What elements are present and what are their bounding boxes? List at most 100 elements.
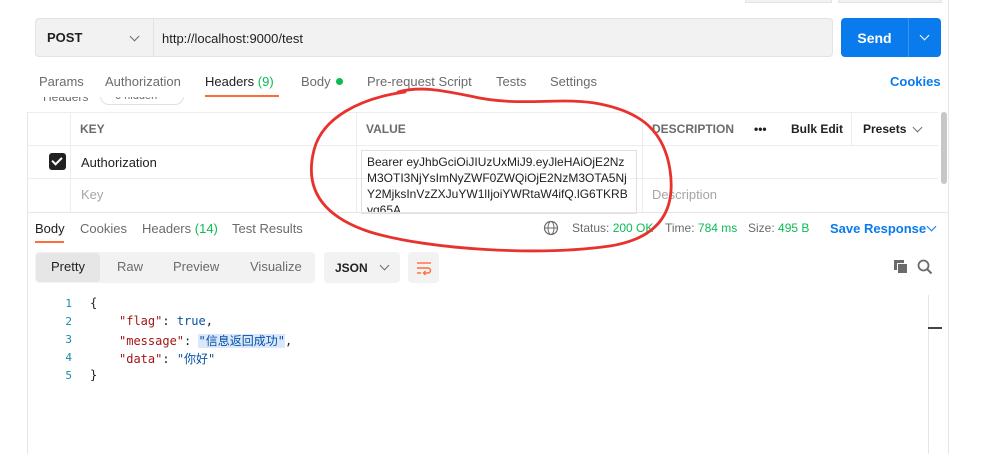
line-number: 3 bbox=[65, 333, 72, 346]
json-key: "flag" bbox=[119, 314, 163, 328]
scrollbar[interactable] bbox=[941, 112, 947, 184]
top-button[interactable] bbox=[745, 0, 832, 3]
json-key: "data" bbox=[119, 352, 163, 366]
scroll-marker bbox=[928, 327, 942, 329]
line-number: 1 bbox=[65, 297, 72, 310]
presets-button[interactable]: Presets bbox=[863, 122, 906, 136]
time-value: 784 ms bbox=[697, 221, 738, 235]
response-tab-headers[interactable]: Headers (14) bbox=[142, 221, 218, 236]
view-preview[interactable]: Preview bbox=[173, 259, 219, 274]
editor-scroll-track[interactable] bbox=[928, 295, 929, 454]
column-header-value: VALUE bbox=[366, 122, 406, 136]
panel-border bbox=[948, 0, 949, 454]
header-key-cell[interactable]: Authorization bbox=[81, 155, 157, 170]
method-select[interactable]: POST bbox=[35, 18, 153, 57]
pane-divider[interactable] bbox=[27, 212, 948, 213]
new-description-input[interactable]: Description bbox=[652, 187, 717, 202]
chevron-down-icon bbox=[379, 260, 390, 271]
code-line: "flag": true, bbox=[119, 314, 213, 328]
chevron-down-icon bbox=[926, 221, 937, 232]
json-punctuation: : bbox=[162, 352, 177, 366]
copy-icon[interactable] bbox=[893, 259, 909, 275]
table-divider bbox=[27, 145, 938, 146]
response-tab-test-results[interactable]: Test Results bbox=[232, 221, 303, 236]
json-value: "信息返回成功" bbox=[198, 334, 285, 348]
table-column-divider bbox=[851, 112, 852, 145]
code-line: } bbox=[90, 368, 97, 382]
code-line: "message": "信息返回成功", bbox=[119, 332, 292, 349]
save-response-button[interactable]: Save Response bbox=[830, 221, 926, 236]
response-tab-headers-count: (14) bbox=[194, 221, 218, 236]
response-tab-body[interactable]: Body bbox=[35, 221, 65, 236]
json-punctuation: , bbox=[284, 334, 293, 348]
send-options-button[interactable] bbox=[908, 18, 941, 57]
size-label: Size: bbox=[748, 221, 775, 235]
tab-params[interactable]: Params bbox=[39, 74, 84, 89]
json-punctuation: : bbox=[162, 314, 177, 328]
json-brace: } bbox=[90, 368, 98, 382]
tab-tests[interactable]: Tests bbox=[496, 74, 526, 89]
header-value-field[interactable]: Bearer eyJhbGciOiJIUzUxMiJ9.eyJleHAiOjE2… bbox=[361, 150, 637, 214]
json-punctuation: : bbox=[184, 334, 199, 348]
format-select[interactable]: JSON bbox=[324, 252, 400, 283]
size-value: 495 B bbox=[778, 221, 810, 235]
code-line: { bbox=[90, 296, 97, 310]
status-label: Status: bbox=[572, 221, 610, 235]
time-label: Time: bbox=[665, 221, 695, 235]
json-value: true bbox=[176, 314, 206, 328]
url-text: http://localhost:9000/test bbox=[162, 31, 303, 46]
chevron-down-icon bbox=[919, 30, 930, 41]
tab-body[interactable]: Body bbox=[301, 74, 343, 89]
wrap-lines-button[interactable] bbox=[408, 252, 439, 283]
time-readout: Time: 784 ms bbox=[665, 221, 737, 235]
view-pretty[interactable]: Pretty bbox=[51, 259, 85, 274]
line-number: 5 bbox=[65, 369, 72, 382]
line-number: 4 bbox=[65, 351, 72, 364]
globe-icon[interactable] bbox=[543, 220, 559, 236]
tab-headers-count: (9) bbox=[257, 74, 274, 89]
view-visualize[interactable]: Visualize bbox=[250, 259, 302, 274]
tab-headers[interactable]: Headers (9) bbox=[205, 74, 274, 89]
hidden-headers-label: 6 hidden bbox=[115, 90, 158, 102]
top-button[interactable] bbox=[838, 0, 942, 3]
send-button[interactable]: Send bbox=[841, 18, 908, 57]
table-column-divider bbox=[356, 112, 357, 212]
json-brace: { bbox=[90, 296, 98, 310]
code-line: "data": "你好" bbox=[119, 350, 215, 367]
hidden-headers-toggle[interactable]: 6 hidden bbox=[100, 90, 184, 105]
status-dot-icon bbox=[335, 78, 343, 85]
status-readout: Status: 200 OK bbox=[572, 221, 653, 235]
response-tab-headers-label: Headers bbox=[142, 221, 192, 236]
panel-border bbox=[27, 112, 28, 454]
header-enabled-checkbox[interactable] bbox=[49, 153, 66, 170]
format-label: JSON bbox=[335, 261, 368, 275]
cookies-link[interactable]: Cookies bbox=[890, 74, 941, 89]
line-number: 2 bbox=[65, 315, 72, 328]
url-input[interactable]: http://localhost:9000/test bbox=[153, 18, 833, 57]
response-tab-cookies[interactable]: Cookies bbox=[80, 221, 127, 236]
presets-label: Presets bbox=[863, 122, 907, 136]
json-value: "你好" bbox=[176, 352, 216, 366]
table-column-divider bbox=[70, 112, 71, 212]
active-tab-indicator bbox=[35, 241, 64, 243]
active-tab-indicator bbox=[205, 95, 279, 97]
column-header-key: KEY bbox=[80, 122, 105, 136]
tab-authorization[interactable]: Authorization bbox=[105, 74, 181, 89]
search-icon[interactable] bbox=[917, 259, 933, 275]
json-punctuation: , bbox=[205, 314, 213, 328]
chevron-down-icon bbox=[129, 31, 140, 42]
save-response-label: Save Response bbox=[830, 221, 927, 236]
view-raw[interactable]: Raw bbox=[117, 259, 143, 274]
tab-body-label: Body bbox=[301, 74, 331, 89]
tab-pre-request-script[interactable]: Pre-request Script bbox=[367, 74, 472, 89]
table-column-divider bbox=[642, 112, 643, 212]
bulk-edit-button[interactable]: Bulk Edit bbox=[791, 122, 843, 136]
tab-settings[interactable]: Settings bbox=[550, 74, 597, 89]
size-readout: Size: 495 B bbox=[748, 221, 809, 235]
json-key: "message" bbox=[119, 334, 185, 348]
method-label: POST bbox=[47, 30, 83, 45]
tab-headers-label: Headers bbox=[205, 74, 255, 89]
more-options-button[interactable]: ••• bbox=[754, 122, 767, 136]
new-key-input[interactable]: Key bbox=[81, 187, 103, 202]
status-value: 200 OK bbox=[612, 221, 654, 235]
